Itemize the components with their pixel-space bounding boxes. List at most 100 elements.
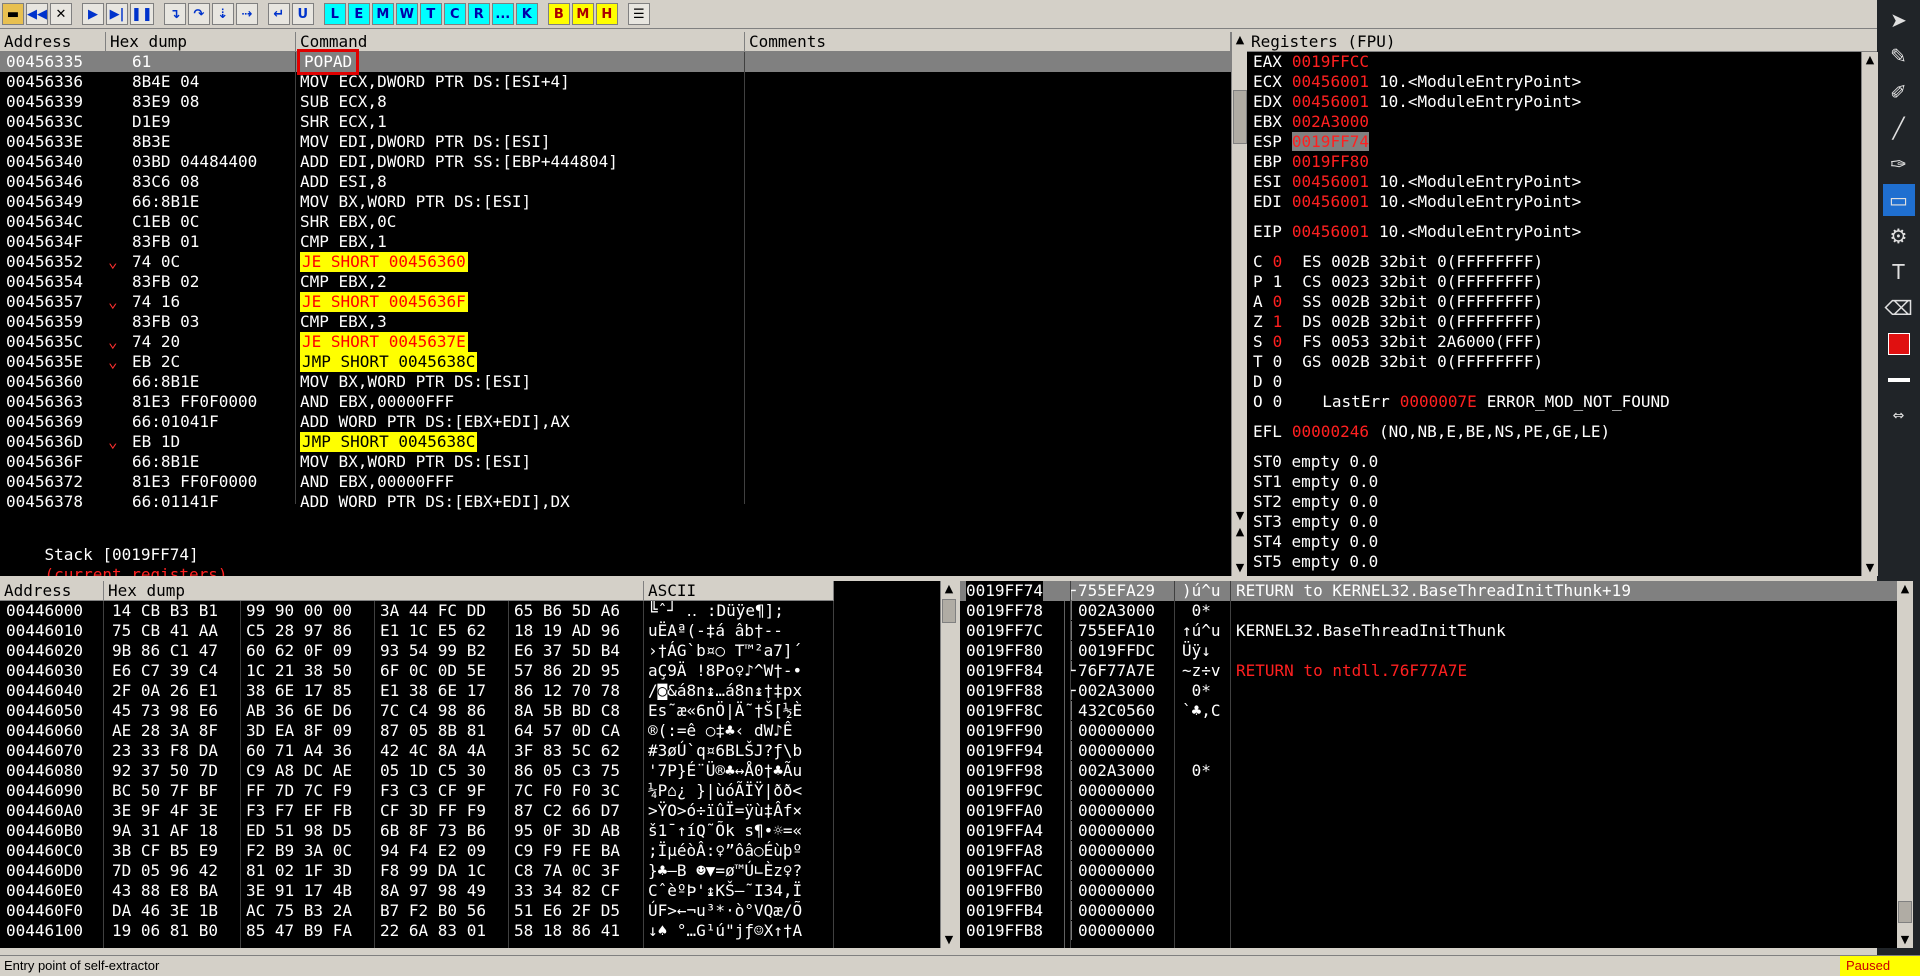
stack-row[interactable]: 0019FFB0│00000000: [960, 881, 1897, 901]
flag-row-p[interactable]: P 1 CS 0023 32bit 0(FFFFFFFF): [1253, 272, 1543, 292]
stack-row[interactable]: 0019FF74┌755EFA29)ú^uRETURN to KERNEL32.…: [960, 581, 1897, 601]
stack-row[interactable]: 0019FF98│002A3000 0*: [960, 761, 1897, 781]
register-row-edi[interactable]: EDI 00456001 10.<ModuleEntryPoint>: [1253, 192, 1581, 212]
efl-row[interactable]: EFL 00000246 (NO,NB,E,BE,NS,PE,GE,LE): [1253, 422, 1610, 442]
windows-window-button[interactable]: W: [395, 3, 418, 25]
disasm-row[interactable]: 0045635E EB 2C JMP SHORT 0045638C ⌄: [0, 352, 1231, 372]
register-row-ebx[interactable]: EBX 002A3000: [1253, 112, 1379, 132]
disasm-row[interactable]: 0045634F 83FB 01 CMP EBX,1: [0, 232, 1231, 252]
disasm-row[interactable]: 00456354 83FB 02 CMP EBX,2: [0, 272, 1231, 292]
stack-pane[interactable]: 0019FF74┌755EFA29)ú^uRETURN to KERNEL32.…: [960, 581, 1897, 948]
dump-header-hex[interactable]: Hex dump: [104, 581, 644, 601]
disasm-row[interactable]: 00456359 83FB 03 CMP EBX,3: [0, 312, 1231, 332]
dump-header-ascii[interactable]: ASCII: [644, 581, 834, 601]
call-stack-window-button[interactable]: K: [515, 3, 538, 25]
line-width-icon[interactable]: [1883, 364, 1915, 396]
stack-row[interactable]: 0019FF7C│755EFA10↑ú^uKERNEL32.BaseThread…: [960, 621, 1897, 641]
disasm-row[interactable]: 00456360 66:8B1E MOV BX,WORD PTR DS:[ESI]: [0, 372, 1231, 392]
register-row-esp[interactable]: ESP 0019FF74: [1253, 132, 1379, 152]
dump-row[interactable]: 00446040 2F 0A 26 E1 38 6E 17 85 E1 38 6E 1…: [0, 681, 940, 701]
fpu-row[interactable]: ST2 empty 0.0: [1253, 492, 1378, 512]
fpu-row[interactable]: ST5 empty 0.0: [1253, 552, 1378, 572]
disassembly-pane[interactable]: Address Hex dump Command Comments 004563…: [0, 32, 1231, 524]
stack-row[interactable]: 0019FF80│0019FFDCÜÿ↓: [960, 641, 1897, 661]
modules-window-button[interactable]: E: [347, 3, 370, 25]
collapse-arrows-icon[interactable]: ⇔: [1883, 400, 1915, 432]
disasm-row[interactable]: 00456378 66:01141F ADD WORD PTR DS:[EBX+ED…: [0, 492, 1231, 512]
dump-row[interactable]: 004460B0 9A 31 AF 18 ED 51 98 D5 6B 8F 73 B…: [0, 821, 940, 841]
stack-row[interactable]: 0019FF94│00000000: [960, 741, 1897, 761]
column-header-comments[interactable]: Comments: [745, 32, 1231, 52]
rectangle-icon[interactable]: ▭: [1882, 184, 1915, 216]
stamp-icon[interactable]: ⚙: [1883, 220, 1915, 252]
execute-till-return-icon[interactable]: ↵: [267, 3, 290, 25]
dump-row[interactable]: 00446080 92 37 50 7D C9 A8 DC AE 05 1D C5 3…: [0, 761, 940, 781]
register-row-edx[interactable]: EDX 00456001 10.<ModuleEntryPoint>: [1253, 92, 1581, 112]
disasm-row[interactable]: 00456372 81E3 FF0F0000 AND EBX,00000FFF: [0, 472, 1231, 492]
brush-icon[interactable]: ✑: [1883, 148, 1915, 180]
dump-row[interactable]: 00446000 14 CB B3 B1 99 90 00 00 3A 44 FC D…: [0, 601, 940, 621]
register-row-ebp[interactable]: EBP 0019FF80: [1253, 152, 1379, 172]
log-window-button[interactable]: L: [323, 3, 346, 25]
fpu-row[interactable]: ST4 empty 0.0: [1253, 532, 1378, 552]
fpu-row[interactable]: ST0 empty 0.0: [1253, 452, 1378, 472]
flag-row-t[interactable]: T 0 GS 002B 32bit 0(FFFFFFFF): [1253, 352, 1543, 372]
stack-row[interactable]: 0019FF9C│00000000: [960, 781, 1897, 801]
trace-over-icon[interactable]: ⇢: [235, 3, 258, 25]
stack-row[interactable]: 0019FFAC│00000000: [960, 861, 1897, 881]
disasm-row[interactable]: 0045635C 74 20 JE SHORT 0045637E ⌄: [0, 332, 1231, 352]
list-icon[interactable]: ☰: [627, 3, 650, 25]
dump-scrollbar[interactable]: ▲ ▼: [940, 581, 957, 948]
stack-row[interactable]: 0019FFA8│00000000: [960, 841, 1897, 861]
flag-row-d[interactable]: D0: [1253, 372, 1302, 392]
dump-row[interactable]: 004460C0 3B CF B5 E9 F2 B9 3A 0C 94 F4 E2 0…: [0, 841, 940, 861]
stack-row[interactable]: 0019FFA0│00000000: [960, 801, 1897, 821]
disasm-row[interactable]: 00456339 83E9 08 SUB ECX,8: [0, 92, 1231, 112]
disasm-row[interactable]: 00456335 61 POPAD: [0, 49, 1231, 75]
step-into-icon[interactable]: ↴: [163, 3, 186, 25]
color-swatch-icon[interactable]: [1883, 328, 1915, 360]
eraser-icon[interactable]: ⌫: [1883, 292, 1915, 324]
disasm-row[interactable]: 00456369 66:01041F ADD WORD PTR DS:[EBX+ED…: [0, 412, 1231, 432]
disasm-row[interactable]: 0045633C D1E9 SHR ECX,1: [0, 112, 1231, 132]
disasm-row[interactable]: 00456346 83C6 08 ADD ESI,8: [0, 172, 1231, 192]
stack-row[interactable]: 0019FFB8│00000000: [960, 921, 1897, 941]
dump-row[interactable]: 00446050 45 73 98 E6 AB 36 6E D6 7C C4 98 8…: [0, 701, 940, 721]
dump-row[interactable]: 00446060 AE 28 3A 8F 3D EA 8F 09 87 05 8B 8…: [0, 721, 940, 741]
dump-row[interactable]: 00446090 BC 50 7F BF FF 7D 7C F9 F3 C3 CF 9…: [0, 781, 940, 801]
stack-row[interactable]: 0019FF90│00000000: [960, 721, 1897, 741]
disasm-row[interactable]: 0045636F 66:8B1E MOV BX,WORD PTR DS:[ESI]: [0, 452, 1231, 472]
registers-pane[interactable]: Registers (FPU) EAX 0019FFCC ECX 00456001 10…: [1247, 32, 1877, 576]
flag-row-a[interactable]: A 0 SS 002B 32bit 0(FFFFFFFF): [1253, 292, 1543, 312]
disasm-row[interactable]: 00456363 81E3 FF0F0000 AND EBX,00000FFF: [0, 392, 1231, 412]
references-window-button[interactable]: R: [467, 3, 490, 25]
column-header-address[interactable]: Address: [0, 32, 106, 52]
pen-icon[interactable]: ✎: [1883, 40, 1915, 72]
register-row-eax[interactable]: EAX 0019FFCC: [1253, 52, 1379, 72]
memory-window-button[interactable]: M: [371, 3, 394, 25]
fpu-row[interactable]: ST1 empty 0.0: [1253, 472, 1378, 492]
memory-dump-pane[interactable]: Address Hex dump ASCII 00446000 14 CB B3 …: [0, 581, 940, 948]
dump-row[interactable]: 00446010 75 CB 41 AA C5 28 97 86 E1 1C E5 6…: [0, 621, 940, 641]
dump-row[interactable]: 004460F0 DA 46 3E 1B AC 75 B3 2A B7 F2 B0 5…: [0, 901, 940, 921]
cpu-window-button[interactable]: C: [443, 3, 466, 25]
disasm-row[interactable]: 00456349 66:8B1E MOV BX,WORD PTR DS:[ESI]: [0, 192, 1231, 212]
column-header-command[interactable]: Command: [296, 32, 745, 52]
disasm-row[interactable]: 00456336 8B4E 04 MOV ECX,DWORD PTR DS:[ESI…: [0, 72, 1231, 92]
stack-row[interactable]: 0019FFA4│00000000: [960, 821, 1897, 841]
stack-row[interactable]: 0019FFB4│00000000: [960, 901, 1897, 921]
trace-into-icon[interactable]: ⇣: [211, 3, 234, 25]
registers-title[interactable]: Registers (FPU): [1247, 32, 1877, 52]
dump-row[interactable]: 00446030 E6 C7 39 C4 1C 21 38 50 6F 0C 0D 5…: [0, 661, 940, 681]
flag-row-s[interactable]: S 0 FS 0053 32bit 2A6000(FFF): [1253, 332, 1543, 352]
flag-row-c[interactable]: C 0 ES 002B 32bit 0(FFFFFFFF): [1253, 252, 1543, 272]
run-thread-icon[interactable]: ▶|: [106, 3, 128, 25]
dump-row[interactable]: 00446100 19 06 81 B0 85 47 B9 FA 22 6A 83 0…: [0, 921, 940, 941]
flag-row-o[interactable]: O 0 LastErr 0000007E ERROR_MOD_NOT_FOUND: [1253, 392, 1670, 412]
disasm-row[interactable]: 00456340 03BD 04484400 ADD EDI,DWORD PTR S…: [0, 152, 1231, 172]
registers-scrollbar[interactable]: ▲ ▼: [1861, 52, 1878, 576]
run-icon[interactable]: ▶: [82, 3, 104, 25]
disasm-row[interactable]: 0045633E 8B3E MOV EDI,DWORD PTR DS:[ESI]: [0, 132, 1231, 152]
close-icon[interactable]: ✕: [50, 3, 72, 25]
stack-row[interactable]: 0019FF78│002A3000 0*: [960, 601, 1897, 621]
